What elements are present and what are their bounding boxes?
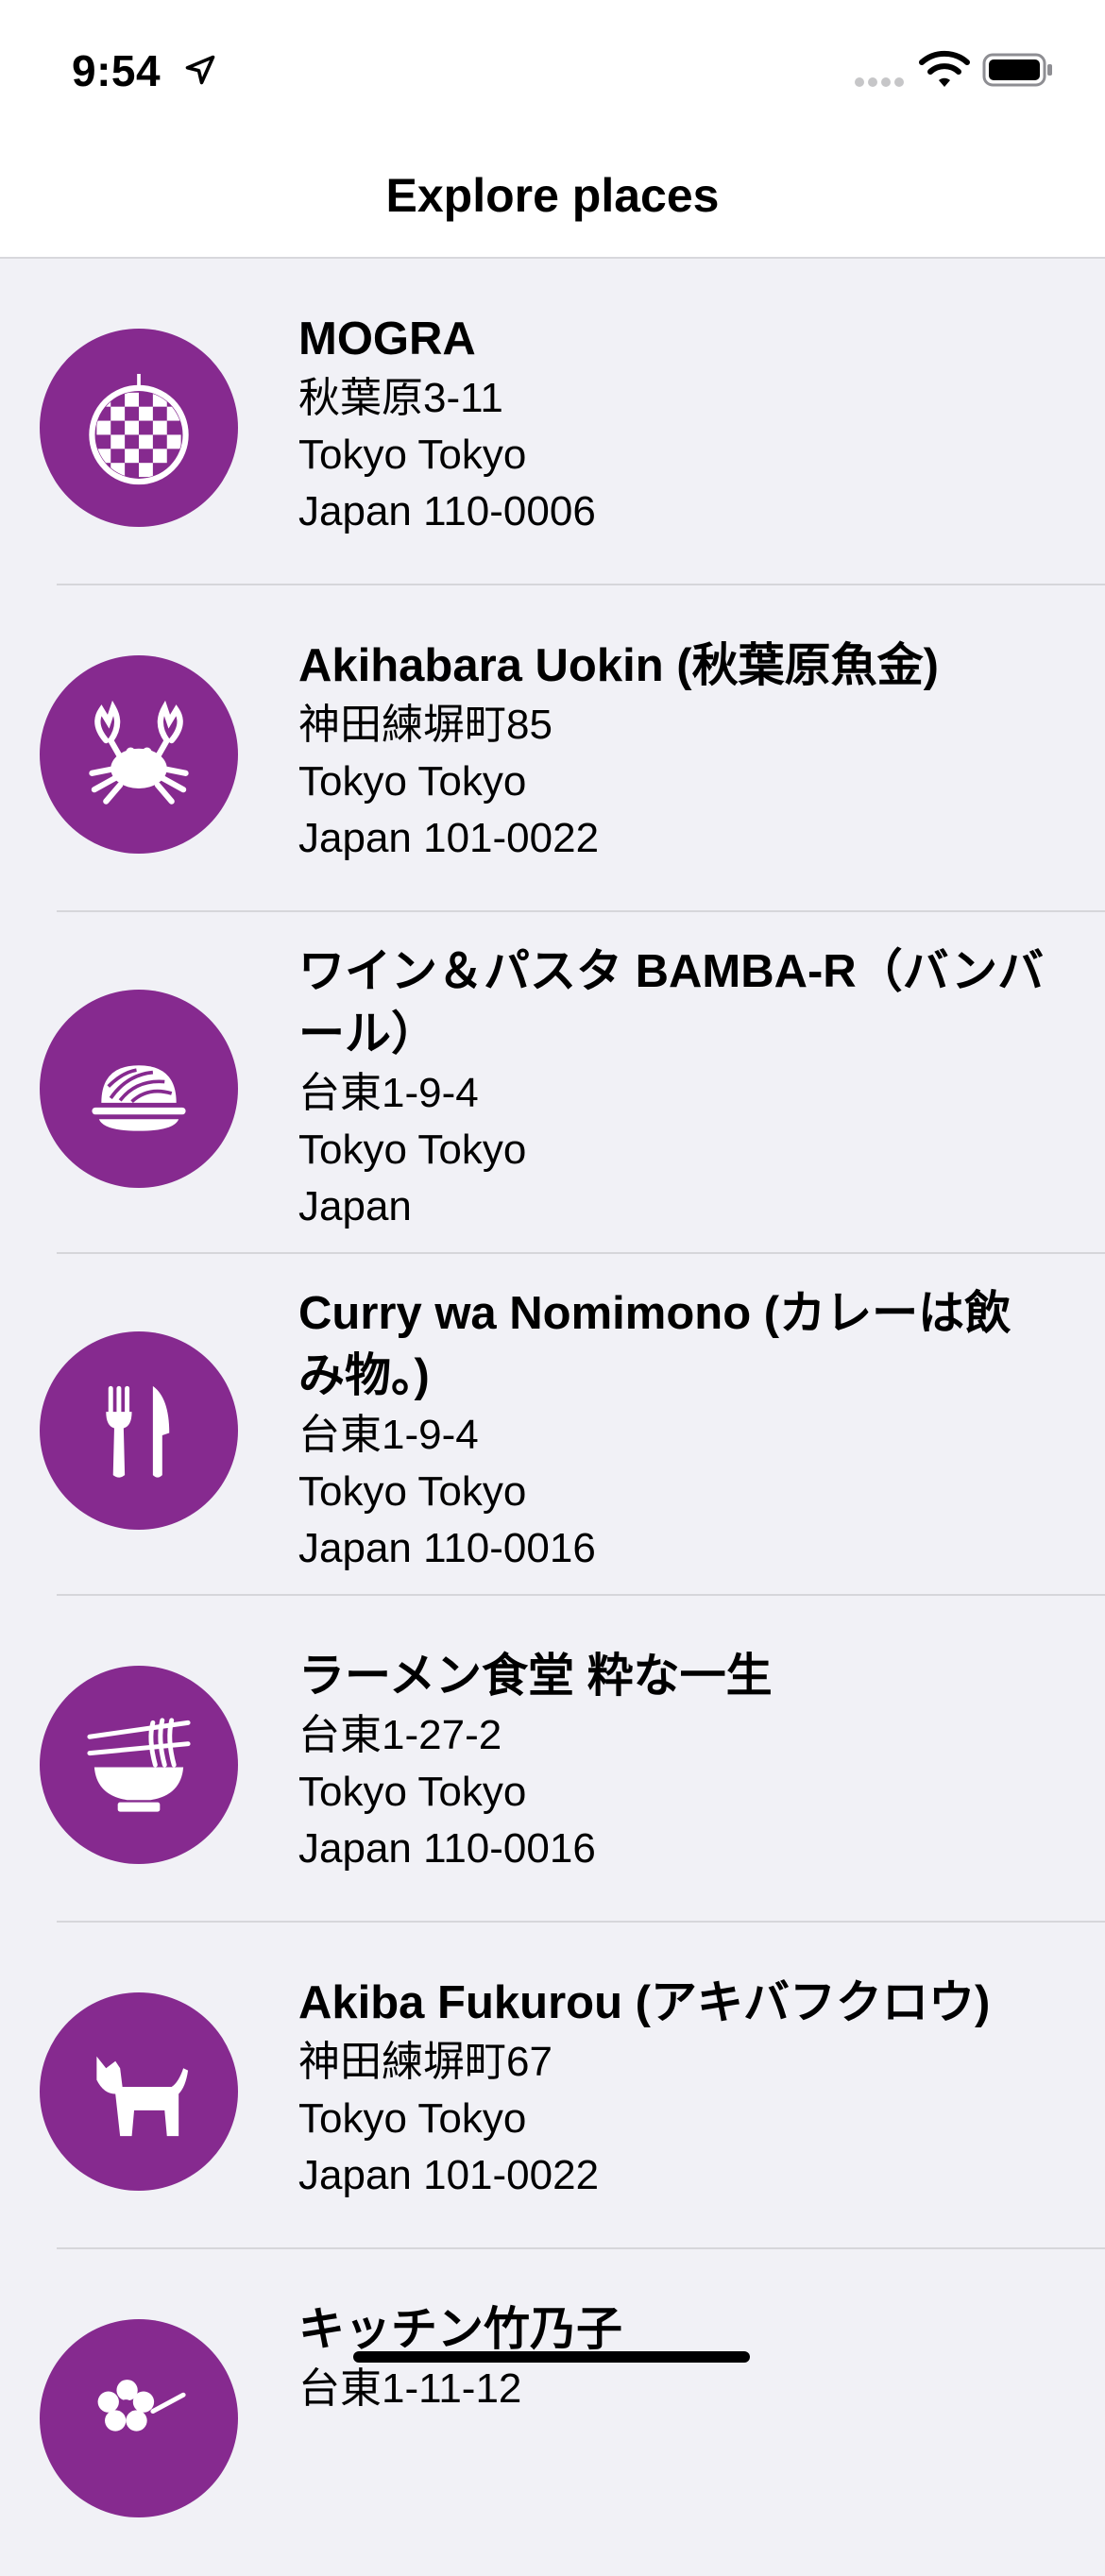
location-arrow-icon <box>185 55 215 85</box>
place-name: MOGRA <box>298 314 476 364</box>
place-icon <box>40 329 238 527</box>
place-icon <box>40 1992 238 2191</box>
places-list[interactable]: MOGRA 秋葉原3-11 Tokyo Tokyo Japan 110-0006 <box>0 259 1105 2576</box>
place-address-line3: Japan <box>298 1183 412 1229</box>
home-indicator[interactable] <box>353 2351 750 2363</box>
list-item[interactable]: キッチン竹乃子 台東1-11-12 <box>0 2249 1105 2576</box>
place-address-line3: Japan 110-0016 <box>298 1825 596 1872</box>
navigation-bar: Explore places <box>0 132 1105 259</box>
status-bar: 9:54 <box>0 0 1105 132</box>
place-address-line2: Tokyo Tokyo <box>298 1769 527 1815</box>
place-address-line2: Tokyo Tokyo <box>298 1468 527 1515</box>
fork-knife-icon <box>106 1385 170 1478</box>
cellular-signal-icon <box>855 77 904 87</box>
place-icon <box>40 2319 238 2517</box>
battery-icon <box>982 53 1052 87</box>
place-name: Akihabara Uokin (秋葉原魚金) <box>298 640 939 691</box>
list-item[interactable]: ラーメン食堂 粋な一生 台東1-27-2 Tokyo Tokyo Japan 1… <box>0 1596 1105 1923</box>
place-address-line1: 台東1-27-2 <box>298 1712 502 1758</box>
place-address-line1: 台東1-11-12 <box>298 2365 522 2412</box>
place-address-line2: Tokyo Tokyo <box>298 1127 527 1173</box>
place-address-line1: 台東1-9-4 <box>298 1412 479 1458</box>
place-address-line1: 台東1-9-4 <box>298 1070 479 1116</box>
list-item[interactable]: Akihabara Uokin (秋葉原魚金) 神田練塀町85 Tokyo To… <box>0 585 1105 912</box>
place-icon <box>40 990 238 1188</box>
place-name: ラーメン食堂 粋な一生 <box>298 1651 773 1702</box>
wifi-icon <box>919 50 970 87</box>
status-time: 9:54 <box>72 46 162 95</box>
ramen-icon <box>87 1718 191 1812</box>
place-address-line3: Japan 110-0006 <box>298 488 596 534</box>
place-address-line2: Tokyo Tokyo <box>298 432 527 478</box>
crab-icon <box>89 700 189 805</box>
list-item[interactable]: Curry wa Nomimono (カレーは飲み物。) 台東1-9-4 Tok… <box>0 1254 1105 1596</box>
place-icon <box>40 1666 238 1864</box>
place-address-line2: Tokyo Tokyo <box>298 758 527 805</box>
pasta-icon <box>92 1065 186 1131</box>
disco-ball-icon <box>89 373 189 485</box>
place-icon <box>40 1331 238 1530</box>
place-name: ワイン＆パスタ BAMBA-R（バンバール） <box>298 946 1045 1059</box>
dog-icon <box>96 2056 189 2137</box>
place-address-line3: Japan 110-0016 <box>298 1525 596 1571</box>
place-address-line3: Japan 101-0022 <box>298 815 600 861</box>
place-address-line2: Tokyo Tokyo <box>298 2095 527 2142</box>
list-item[interactable]: MOGRA 秋葉原3-11 Tokyo Tokyo Japan 110-0006 <box>0 259 1105 585</box>
flower-icon <box>97 2380 186 2432</box>
place-address-line1: 神田練塀町67 <box>298 2039 552 2085</box>
place-address-line1: 神田練塀町85 <box>298 702 552 748</box>
place-address-line3: Japan 101-0022 <box>298 2152 600 2198</box>
list-item[interactable]: Akiba Fukurou (アキバフクロウ) 神田練塀町67 Tokyo To… <box>0 1923 1105 2249</box>
page-title: Explore places <box>385 169 720 222</box>
list-item[interactable]: ワイン＆パスタ BAMBA-R（バンバール） 台東1-9-4 Tokyo Tok… <box>0 912 1105 1254</box>
place-icon <box>40 655 238 854</box>
place-name: Akiba Fukurou (アキバフクロウ) <box>298 1977 991 2028</box>
place-name: Curry wa Nomimono (カレーは飲み物。) <box>298 1288 1012 1401</box>
place-address-line1: 秋葉原3-11 <box>298 375 503 421</box>
